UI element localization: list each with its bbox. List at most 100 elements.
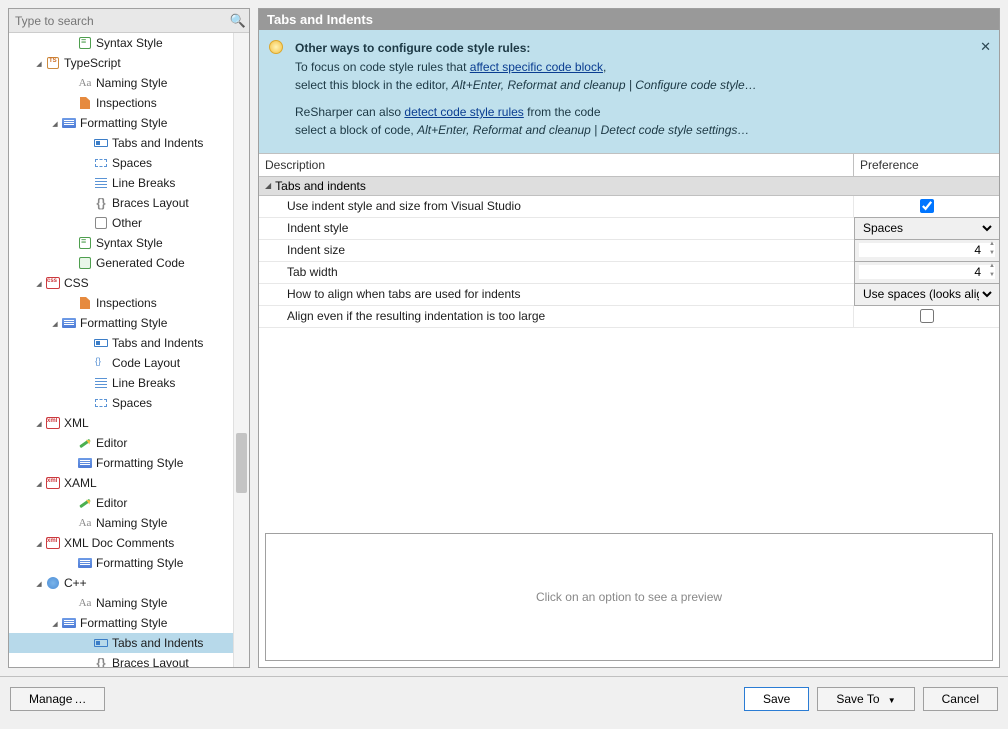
tree-node[interactable]: Other (9, 213, 233, 233)
tree-node-label: Syntax Style (96, 236, 163, 250)
tree-node-label: Tabs and Indents (112, 636, 203, 650)
scrollbar[interactable] (233, 33, 249, 667)
tree-node[interactable]: XML (9, 413, 233, 433)
tree-node[interactable]: {}Braces Layout (9, 653, 233, 667)
tree-node[interactable]: AaNaming Style (9, 593, 233, 613)
tree-node-label: Formatting Style (96, 556, 183, 570)
tree-node[interactable]: Formatting Style (9, 113, 233, 133)
tree-node[interactable]: AaNaming Style (9, 73, 233, 93)
syntax-icon (77, 35, 93, 51)
tree-node-label: Other (112, 216, 142, 230)
tree-node[interactable]: Tabs and Indents (9, 333, 233, 353)
pencil-icon (77, 495, 93, 511)
info-link-detect[interactable]: detect code style rules (404, 105, 523, 119)
lines-icon (93, 375, 109, 391)
search-icon[interactable]: 🔍 (227, 13, 249, 29)
search-box: 🔍 (9, 9, 249, 33)
gen-icon (77, 255, 93, 271)
expand-icon (49, 318, 61, 328)
tree-node[interactable]: Tabs and Indents (9, 633, 233, 653)
code-icon (93, 355, 109, 371)
xml-icon (45, 535, 61, 551)
braces-icon: {} (93, 655, 109, 667)
xml-icon (45, 415, 61, 431)
tree-node[interactable]: Formatting Style (9, 613, 233, 633)
tree-node[interactable]: XAML (9, 473, 233, 493)
tree-node-label: Naming Style (96, 76, 167, 90)
tree-node[interactable]: CSS (9, 273, 233, 293)
tree-node-label: XML Doc Comments (64, 536, 174, 550)
tab-icon (93, 135, 109, 151)
tree-node[interactable]: XML Doc Comments (9, 533, 233, 553)
tree-node-label: Braces Layout (112, 196, 189, 210)
expand-icon (49, 618, 61, 628)
tree-node[interactable]: TypeScript (9, 53, 233, 73)
tree-node[interactable]: Spaces (9, 153, 233, 173)
tree-node[interactable]: Generated Code (9, 253, 233, 273)
select-input[interactable]: Use spaces (looks aligned (859, 284, 995, 305)
tree-node[interactable]: Inspections (9, 293, 233, 313)
option-row[interactable]: Use indent style and size from Visual St… (259, 196, 999, 218)
tree-node-label: Editor (96, 496, 127, 510)
tab-icon (93, 635, 109, 651)
tree-node[interactable]: Editor (9, 433, 233, 453)
option-row[interactable]: Tab width▲▼ (259, 262, 999, 284)
section-header[interactable]: ◢ Tabs and indents (259, 177, 999, 196)
tree-node[interactable]: Formatting Style (9, 453, 233, 473)
tree-node-label: Naming Style (96, 596, 167, 610)
close-icon[interactable]: ✕ (980, 38, 991, 57)
option-row[interactable]: How to align when tabs are used for inde… (259, 284, 999, 306)
grid-header: Description Preference (259, 153, 999, 177)
expand-icon (33, 278, 45, 288)
info-link-block[interactable]: affect specific code block (470, 60, 603, 74)
tree-node[interactable]: C++ (9, 573, 233, 593)
tree-node[interactable]: Formatting Style (9, 553, 233, 573)
nav-tree: Syntax StyleTypeScriptAaNaming StyleInsp… (9, 33, 233, 667)
other-icon (93, 215, 109, 231)
search-input[interactable] (9, 14, 227, 28)
cancel-button[interactable]: Cancel (923, 687, 998, 711)
insp-icon (77, 95, 93, 111)
option-row[interactable]: Indent size ▲▼ (259, 240, 999, 262)
expand-icon (33, 538, 45, 548)
tree-node-label: Inspections (96, 96, 157, 110)
tree-node[interactable]: Formatting Style (9, 313, 233, 333)
col-description: Description (259, 154, 853, 176)
tree-node-label: Code Layout (112, 356, 180, 370)
info-line: To focus on code style rules that affect… (295, 59, 989, 76)
select-input[interactable]: Spaces (859, 218, 995, 239)
tree-node-label: Editor (96, 436, 127, 450)
tree-node[interactable]: {}Braces Layout (9, 193, 233, 213)
info-line: select this block in the editor, Alt+Ent… (295, 77, 989, 94)
tree-node-label: XAML (64, 476, 97, 490)
tree-node[interactable]: Tabs and Indents (9, 133, 233, 153)
tree-node-label: Inspections (96, 296, 157, 310)
save-button[interactable]: Save (744, 687, 809, 711)
css-icon (45, 275, 61, 291)
save-to-button[interactable]: Save To (817, 687, 914, 711)
tree-node-label: Syntax Style (96, 36, 163, 50)
spinner-icon[interactable]: ▲▼ (987, 263, 997, 282)
number-input[interactable] (859, 243, 995, 257)
tree-node-label: Generated Code (96, 256, 185, 270)
checkbox-input[interactable] (920, 309, 934, 323)
tree-node[interactable]: Inspections (9, 93, 233, 113)
manage-button[interactable]: Manage (10, 687, 105, 711)
tree-node[interactable]: Syntax Style (9, 33, 233, 53)
option-label: Indent size (259, 240, 855, 261)
option-row[interactable]: Align even if the resulting indentation … (259, 306, 999, 328)
tree-node[interactable]: Line Breaks (9, 173, 233, 193)
spaces-icon (93, 395, 109, 411)
spinner-icon[interactable]: ▲▼ (987, 241, 997, 260)
tree-node[interactable]: Spaces (9, 393, 233, 413)
tree-node[interactable]: Line Breaks (9, 373, 233, 393)
tree-node[interactable]: Editor (9, 493, 233, 513)
option-row[interactable]: Indent styleSpaces (259, 218, 999, 240)
checkbox-input[interactable] (920, 199, 934, 213)
number-input[interactable] (859, 265, 995, 279)
lightbulb-icon (269, 40, 283, 54)
tree-node[interactable]: Code Layout (9, 353, 233, 373)
tree-node[interactable]: AaNaming Style (9, 513, 233, 533)
tree-node[interactable]: Syntax Style (9, 233, 233, 253)
col-preference: Preference (853, 154, 999, 176)
